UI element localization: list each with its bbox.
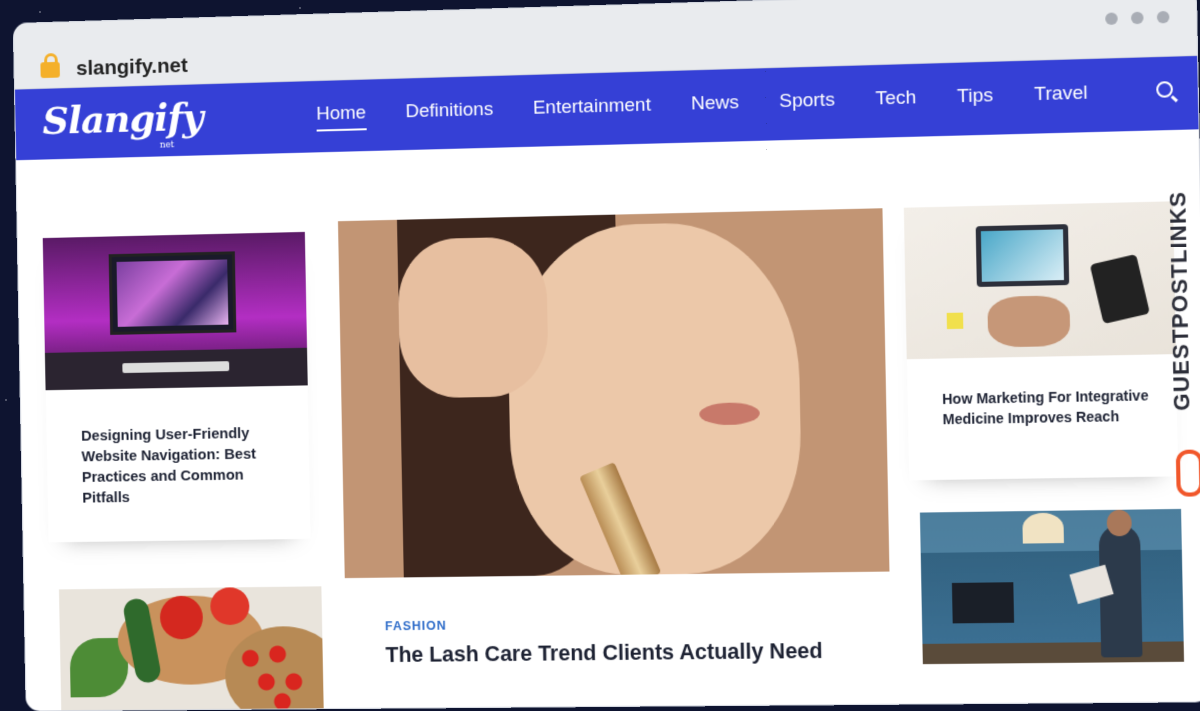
featured-image[interactable] — [338, 208, 890, 578]
face-image-detail — [506, 220, 803, 576]
head-image-detail — [1107, 510, 1132, 537]
search-icon[interactable] — [1156, 81, 1173, 98]
window-dot-icon[interactable] — [1105, 12, 1118, 25]
article-image[interactable] — [43, 232, 308, 390]
article-image[interactable] — [920, 509, 1184, 664]
article-card[interactable] — [920, 509, 1185, 684]
watermark-text: GUESTPOSTLINKS — [1164, 191, 1195, 411]
tablet-image-detail — [1090, 254, 1150, 324]
article-image[interactable] — [904, 201, 1176, 359]
site-logo-sub: net — [160, 140, 174, 150]
desk-image-detail — [922, 641, 1184, 664]
window-controls — [1105, 11, 1169, 25]
nav-item-home[interactable]: Home — [316, 102, 366, 129]
keyboard-image-detail — [122, 361, 229, 373]
nav-item-news[interactable]: News — [691, 92, 739, 119]
featured-article[interactable] — [338, 208, 892, 710]
article-image[interactable] — [59, 586, 324, 710]
nav-item-tech[interactable]: Tech — [875, 87, 916, 114]
main-content: Designing User-Friendly Website Navigati… — [16, 129, 1200, 709]
monitor-image-detail — [109, 251, 237, 335]
article-card[interactable]: How Marketing For Integrative Medicine I… — [904, 201, 1179, 480]
site-logo[interactable]: Slangify — [42, 94, 203, 143]
lamp-image-detail — [1022, 513, 1064, 544]
sticky-note-image-detail — [947, 313, 964, 330]
browser-window: slangify.net Slangify net Home Definitio… — [14, 0, 1200, 711]
article-card[interactable]: Designing User-Friendly Website Navigati… — [43, 232, 311, 542]
window-dot-icon[interactable] — [1157, 11, 1170, 24]
hands-image-detail — [987, 295, 1070, 347]
lock-icon — [40, 62, 60, 78]
url-text[interactable]: slangify.net — [76, 54, 188, 81]
nav-item-entertainment[interactable]: Entertainment — [533, 95, 652, 124]
nav-item-tips[interactable]: Tips — [957, 85, 994, 112]
cherry-tomatoes-image-detail — [234, 634, 314, 711]
laptop-image-detail — [976, 224, 1070, 287]
window-dot-icon[interactable] — [1131, 12, 1144, 25]
nav-item-definitions[interactable]: Definitions — [405, 99, 493, 127]
article-category[interactable]: FASHION — [385, 619, 447, 634]
tomato-image-detail — [210, 587, 250, 625]
monitor-image-detail — [952, 582, 1014, 623]
hand-image-detail — [397, 236, 549, 398]
article-title[interactable]: Designing User-Friendly Website Navigati… — [81, 423, 277, 509]
watermark-badge: GUESTPOSTLINKS — [1160, 190, 1200, 496]
nav-item-sports[interactable]: Sports — [779, 89, 835, 117]
nav-item-travel[interactable]: Travel — [1034, 82, 1088, 110]
featured-article-title[interactable]: The Lash Care Trend Clients Actually Nee… — [385, 639, 823, 668]
article-title[interactable]: How Marketing For Integrative Medicine I… — [942, 385, 1169, 430]
link-icon — [1176, 449, 1200, 496]
tomato-image-detail — [160, 596, 204, 640]
article-card[interactable] — [59, 586, 324, 710]
